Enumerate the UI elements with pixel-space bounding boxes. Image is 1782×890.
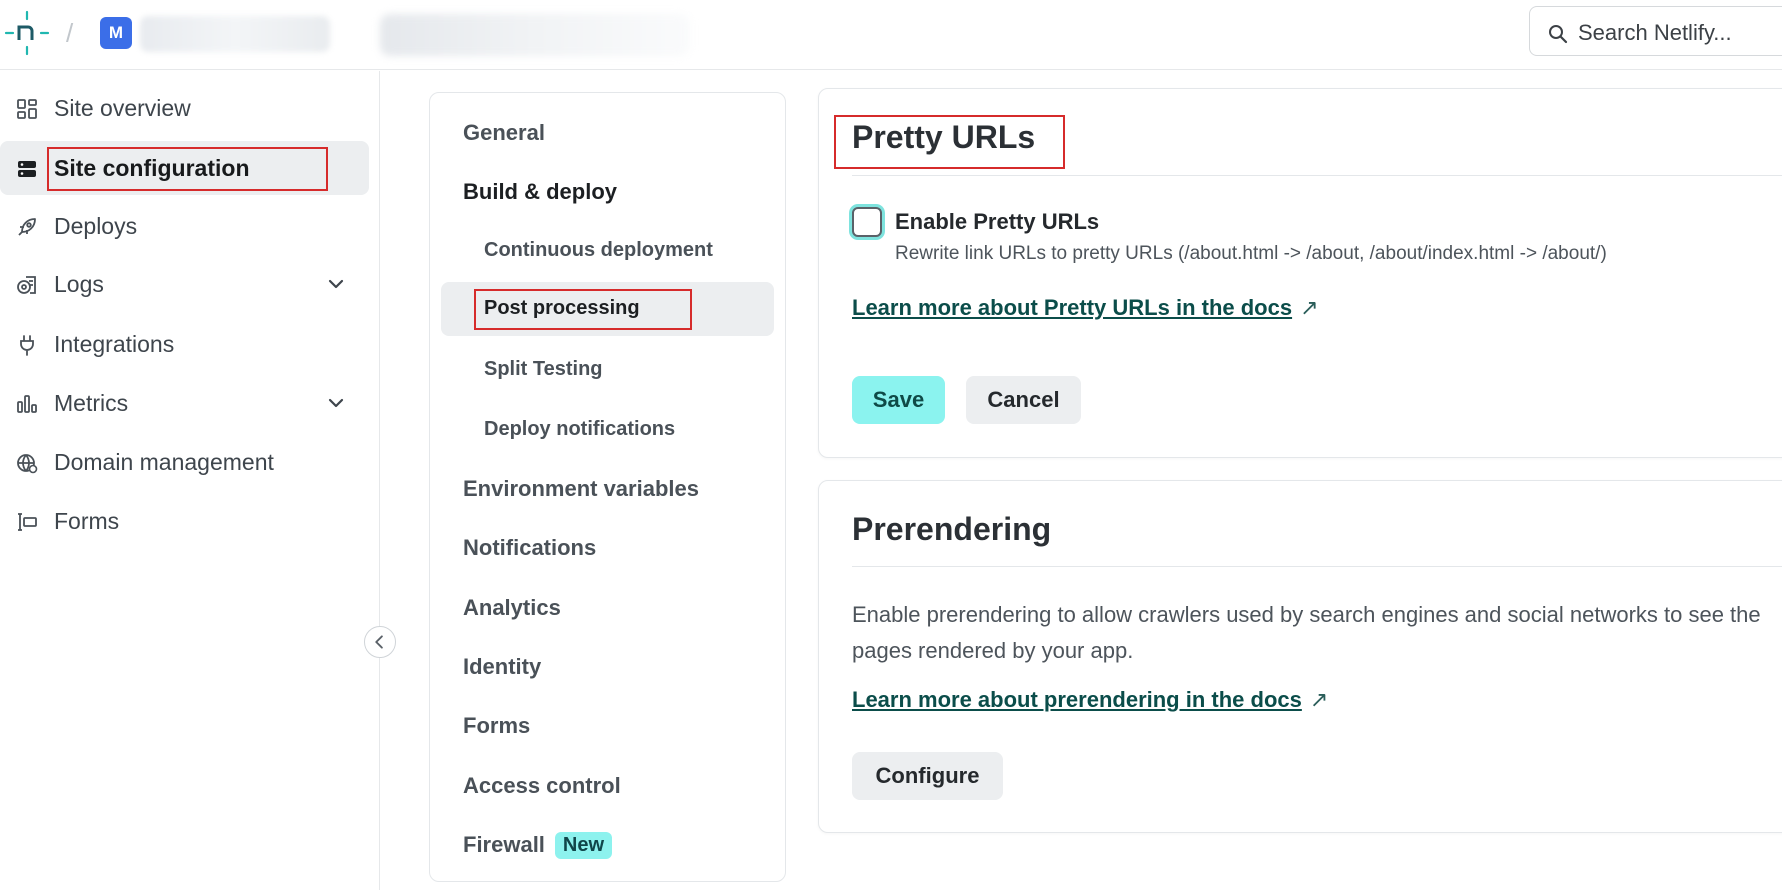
subnav-item-label: Continuous deployment: [484, 239, 713, 261]
sidebar-item-label: Metrics: [54, 390, 129, 416]
enable-pretty-urls-checkbox[interactable]: [852, 207, 882, 237]
sidebar-item-label: Logs: [54, 271, 104, 297]
docs-link-text: Learn more about prerendering in the doc…: [852, 687, 1302, 712]
sidebar-item-label: Site overview: [54, 95, 191, 121]
subnav-item-general[interactable]: General: [430, 108, 785, 158]
site-name-redacted[interactable]: [380, 14, 690, 56]
sidebar-item-label: Domain management: [54, 449, 274, 475]
subnav-item-label: Environment variables: [463, 476, 699, 501]
sidebar-item-site-configuration[interactable]: Site configuration: [0, 141, 369, 195]
pretty-urls-docs-link[interactable]: Learn more about Pretty URLs in the docs…: [852, 295, 1319, 321]
subnav-item-post-processing[interactable]: Post processing: [441, 282, 774, 336]
plug-icon: [20, 335, 34, 356]
pretty-urls-title: Pretty URLs: [852, 119, 1036, 155]
sidebar-item-integrations[interactable]: Integrations: [0, 317, 369, 371]
save-button[interactable]: Save: [852, 376, 945, 424]
sidebar-item-deploys[interactable]: Deploys: [0, 199, 369, 253]
prerendering-description: Enable prerendering to allow crawlers us…: [852, 602, 1761, 663]
search-icon: [1549, 25, 1568, 44]
subnav-item-analytics[interactable]: Analytics: [430, 583, 785, 633]
divider: [852, 175, 1782, 176]
site-avatar[interactable]: M: [100, 17, 132, 49]
configure-button[interactable]: Configure: [852, 752, 1003, 800]
divider: [852, 566, 1782, 567]
subnav-item-label: Build & deploy: [463, 179, 617, 204]
breadcrumb-separator: /: [66, 18, 74, 48]
globe-icon: [17, 454, 38, 474]
form-icon: [18, 513, 37, 531]
chevron-left-icon: [375, 635, 383, 649]
subnav-item-label: Analytics: [463, 595, 561, 620]
subnav-item-label: Notifications: [463, 535, 597, 560]
grid-icon: [17, 99, 37, 119]
subnav-item-label: Identity: [463, 654, 542, 679]
team-name-redacted[interactable]: [140, 16, 330, 52]
netlify-logo-icon[interactable]: [4, 10, 50, 56]
firewall-label: Firewall: [463, 832, 545, 857]
prerendering-title: Prerendering: [852, 511, 1052, 547]
new-badge: New: [554, 832, 613, 859]
search-input[interactable]: Search Netlify...: [1529, 6, 1782, 56]
subnav-item-access-control[interactable]: Access control: [430, 761, 785, 811]
subnav-item-forms[interactable]: Forms: [430, 701, 785, 751]
sidebar-item-site-overview[interactable]: Site overview: [0, 81, 369, 135]
docs-link-text: Learn more about Pretty URLs in the docs: [852, 295, 1293, 320]
settings-subnav: General Build & deploy Continuous deploy…: [429, 92, 786, 882]
bar-chart-icon: [17, 395, 37, 413]
subnav-item-label: Post processing: [484, 297, 640, 319]
pretty-urls-card: Pretty URLs Enable Pretty URLs Rewrite l…: [818, 88, 1782, 458]
sidebar-item-domain-management[interactable]: Domain management: [0, 435, 369, 489]
sidebar-item-metrics[interactable]: Metrics: [0, 376, 369, 430]
chevron-down-icon[interactable]: [326, 274, 346, 294]
subnav-item-build-deploy[interactable]: Build & deploy: [430, 167, 785, 217]
external-link-icon: ↗: [1300, 295, 1319, 320]
subnav-item-identity[interactable]: Identity: [430, 642, 785, 692]
collapse-sidebar-button[interactable]: [364, 626, 396, 658]
enable-pretty-urls-label[interactable]: Enable Pretty URLs: [895, 209, 1099, 235]
prerendering-docs-link[interactable]: Learn more about prerendering in the doc…: [852, 687, 1328, 713]
subnav-item-label: Firewall New: [463, 832, 613, 859]
server-icon: [18, 161, 36, 177]
pretty-urls-description: Rewrite link URLs to pretty URLs (/about…: [895, 243, 1607, 264]
sidebar: Site overview Site configuration Deploys…: [0, 71, 380, 890]
chevron-down-icon[interactable]: [326, 393, 346, 413]
subnav-item-label: Deploy notifications: [484, 418, 676, 440]
sidebar-item-label: Integrations: [54, 331, 175, 357]
subnav-item-environment-variables[interactable]: Environment variables: [430, 464, 785, 514]
sidebar-item-label: Deploys: [54, 213, 138, 239]
subnav-item-split-testing[interactable]: Split Testing: [430, 345, 785, 395]
sidebar-item-label: Forms: [54, 508, 120, 534]
sidebar-item-forms[interactable]: Forms: [0, 494, 369, 548]
prerendering-card: Prerendering Enable prerendering to allo…: [818, 480, 1782, 833]
subnav-item-notifications[interactable]: Notifications: [430, 523, 785, 573]
subnav-item-firewall[interactable]: Firewall New: [430, 820, 785, 870]
logs-icon: [17, 276, 36, 294]
search-placeholder: Search Netlify...: [1578, 20, 1732, 45]
subnav-item-label: Forms: [463, 713, 531, 738]
subnav-item-label: General: [463, 120, 545, 145]
subnav-item-continuous-deployment[interactable]: Continuous deployment: [430, 226, 785, 276]
subnav-item-label: Split Testing: [484, 358, 603, 380]
top-bar: / M Search Netlify...: [0, 0, 1782, 70]
sidebar-item-label: Site configuration: [54, 155, 250, 181]
subnav-item-deploy-notifications[interactable]: Deploy notifications: [430, 405, 785, 455]
rocket-icon: [18, 218, 36, 236]
subnav-item-label: Access control: [463, 773, 621, 798]
external-link-icon: ↗: [1309, 687, 1329, 712]
sidebar-item-logs[interactable]: Logs: [0, 257, 369, 311]
cancel-button[interactable]: Cancel: [966, 376, 1081, 424]
